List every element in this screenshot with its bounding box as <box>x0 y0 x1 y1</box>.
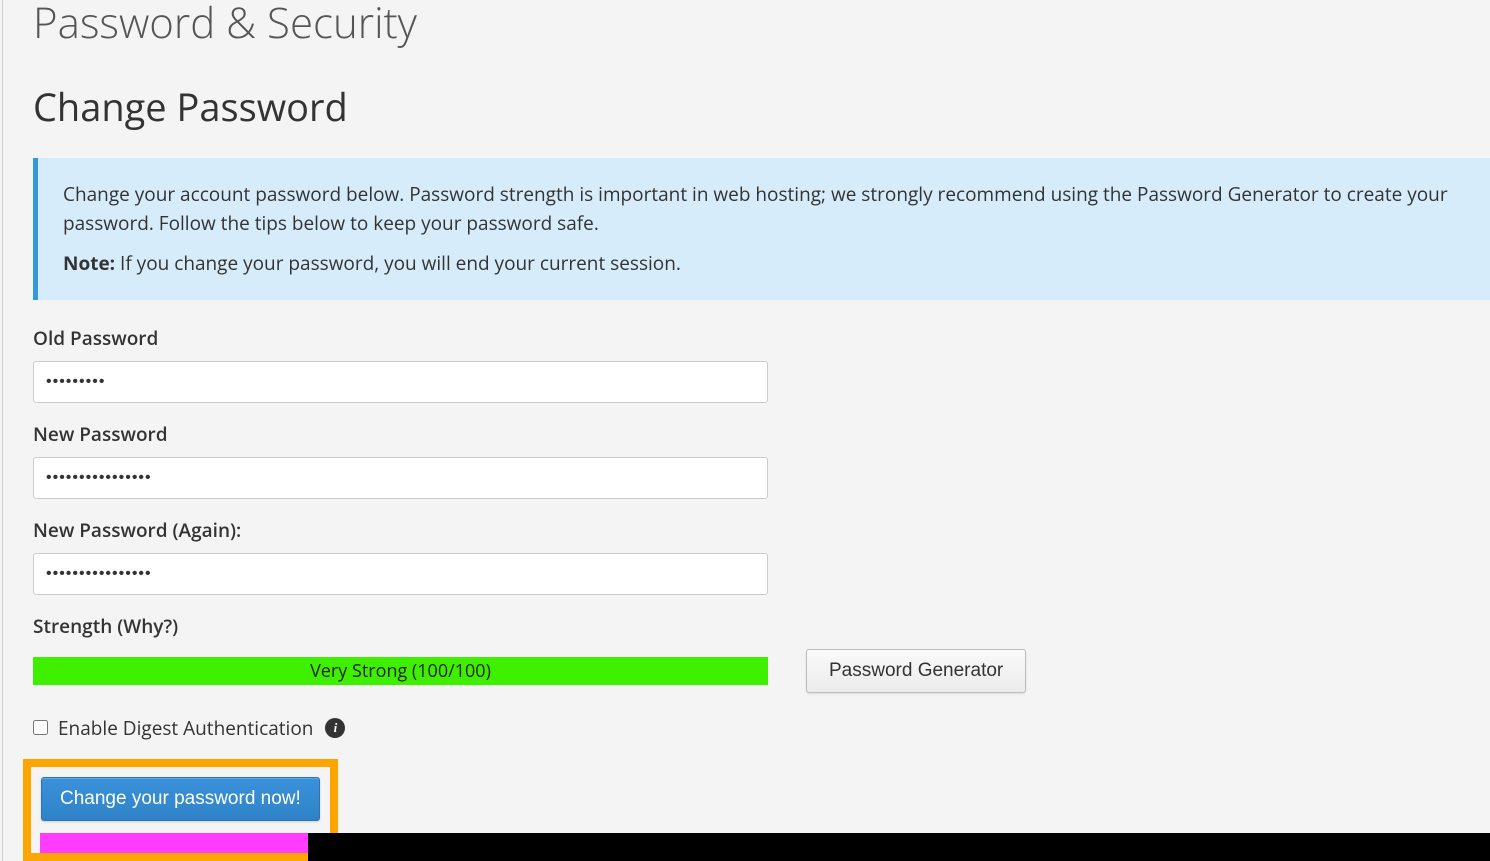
digest-auth-label: Enable Digest Authentication <box>58 715 313 741</box>
section-title: Change Password <box>33 81 1460 133</box>
password-generator-button[interactable]: Password Generator <box>806 649 1026 693</box>
highlight-bar <box>40 833 310 853</box>
strength-label[interactable]: Strength (Why?) <box>33 613 1460 639</box>
old-password-input[interactable] <box>33 361 768 403</box>
page-title: Password & Security <box>33 0 1460 51</box>
info-paragraph-note: Note: If you change your password, you w… <box>63 249 1465 278</box>
info-icon[interactable]: i <box>325 718 345 738</box>
confirm-password-label: New Password (Again): <box>33 517 1460 543</box>
footer-bar <box>308 833 1490 861</box>
info-paragraph-1: Change your account password below. Pass… <box>63 180 1465 237</box>
new-password-input[interactable] <box>33 457 768 499</box>
old-password-label: Old Password <box>33 325 1460 351</box>
info-box: Change your account password below. Pass… <box>33 158 1490 300</box>
digest-auth-checkbox[interactable] <box>33 720 48 735</box>
strength-meter: Very Strong (100/100) <box>33 657 768 685</box>
highlight-annotation: Change your password now! <box>23 759 338 861</box>
change-password-button[interactable]: Change your password now! <box>41 777 320 821</box>
note-label: Note: <box>63 250 115 276</box>
note-text: If you change your password, you will en… <box>115 250 681 276</box>
confirm-password-input[interactable] <box>33 553 768 595</box>
new-password-label: New Password <box>33 421 1460 447</box>
